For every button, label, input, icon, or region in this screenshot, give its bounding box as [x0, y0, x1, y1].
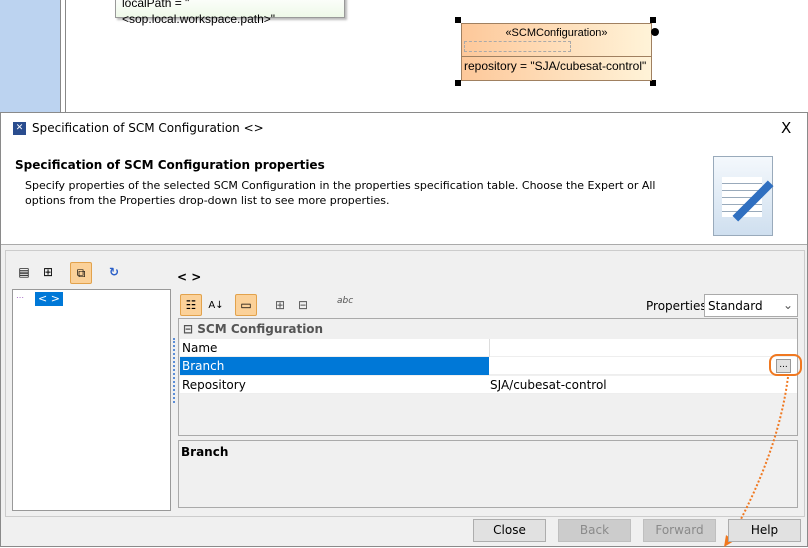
element-tree: ⋯ < > — [12, 289, 171, 511]
property-name: Repository — [182, 378, 246, 392]
divider — [60, 0, 66, 112]
stereotype-label: «SCMConfiguration» — [505, 27, 608, 39]
forward-label: Forward — [655, 523, 704, 537]
chevron-down-icon: ⌄ — [782, 298, 793, 312]
refresh-icon[interactable]: ↻ — [105, 263, 123, 281]
specification-dialog: ✕ Specification of SCM Configuration <> … — [0, 112, 808, 547]
sort-az-icon[interactable]: A↓ — [207, 296, 225, 314]
categorized-icon[interactable]: ☷ — [180, 294, 202, 316]
tree-item[interactable]: < > — [35, 292, 63, 306]
forward-button[interactable]: Forward — [643, 519, 716, 542]
property-value[interactable]: SJA/cubesat-control — [489, 376, 607, 394]
group-label: SCM Configuration — [197, 322, 324, 336]
table-row[interactable]: Repository SJA/cubesat-control — [180, 376, 797, 394]
close-button[interactable]: Close — [473, 519, 546, 542]
table-view-icon[interactable]: ▤ — [15, 263, 33, 281]
add-icon[interactable] — [651, 28, 659, 36]
header-title: Specification of SCM Configuration prope… — [15, 158, 325, 172]
scm-element-icon: ⋯ — [16, 293, 24, 302]
attribute-label[interactable]: repository = "SJA/cubesat-control" — [464, 59, 646, 73]
description-title: Branch — [181, 445, 229, 459]
header-description: Specify properties of the selected SCM C… — [25, 179, 656, 207]
element-label: < > — [177, 270, 202, 284]
table-row-selected[interactable]: Branch ... — [180, 357, 797, 375]
property-value[interactable] — [489, 339, 492, 357]
properties-value: Standard — [708, 299, 763, 313]
title-bar: ✕ Specification of SCM Configuration <> … — [1, 113, 807, 144]
group-header[interactable]: ⊟ SCM Configuration — [183, 322, 323, 336]
app-icon: ✕ — [13, 122, 26, 135]
tree-view-icon[interactable]: ⊞ — [39, 263, 57, 281]
dialog-title: Specification of SCM Configuration <> — [32, 121, 264, 135]
diagram-note[interactable]: localPath = "<sop.local.workspace.path>" — [115, 0, 345, 26]
show-values-icon[interactable]: abc — [337, 296, 353, 306]
help-button[interactable]: Help — [728, 519, 801, 542]
document-pencil-icon — [713, 156, 774, 236]
expand-all-icon[interactable]: ⊞ — [271, 296, 289, 314]
description-panel: Branch — [178, 440, 798, 508]
name-placeholder[interactable] — [464, 41, 571, 52]
dialog-header: Specification of SCM Configuration prope… — [1, 144, 807, 245]
property-name: Name — [182, 341, 218, 355]
properties-dropdown[interactable]: Standard ⌄ — [704, 294, 798, 317]
compartment-separator — [462, 56, 651, 57]
side-panel — [0, 0, 60, 112]
collapse-all-icon[interactable]: ⊟ — [294, 296, 312, 314]
callout-highlight — [769, 354, 802, 376]
close-icon[interactable]: X — [781, 119, 791, 137]
properties-table: ⊟ SCM Configuration Name Branch ... Repo… — [178, 318, 798, 436]
property-name: Branch — [180, 357, 489, 375]
back-label: Back — [579, 523, 610, 537]
collapse-icon[interactable]: ⊟ — [183, 322, 193, 336]
scm-configuration-shape[interactable]: «SCMConfiguration» repository = "SJA/cub… — [461, 23, 652, 81]
help-label: Help — [750, 523, 779, 537]
properties-label: Properties: — [646, 299, 711, 313]
description-toggle-icon[interactable]: ▭ — [235, 294, 257, 316]
close-label: Close — [493, 523, 526, 537]
back-button[interactable]: Back — [558, 519, 631, 542]
copy-view-icon[interactable]: ⧉ — [70, 262, 92, 284]
table-row[interactable]: Name — [180, 339, 797, 357]
splitter[interactable] — [173, 338, 175, 403]
